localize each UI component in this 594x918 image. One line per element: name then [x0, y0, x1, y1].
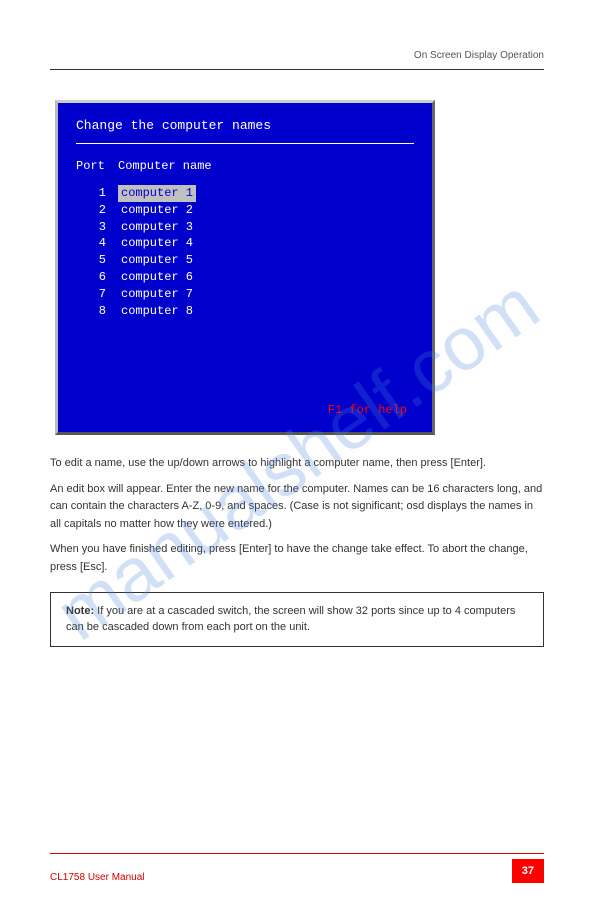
page-number: 37: [512, 859, 544, 883]
model-name: CL1758: [50, 872, 85, 883]
port-column-header: Port: [76, 159, 106, 173]
kvm-column-headers: Port Computer name: [76, 159, 414, 173]
kvm-row: 1 computer 1: [76, 185, 414, 202]
kvm-divider: [76, 143, 414, 144]
page-header: On Screen Display Operation: [50, 50, 544, 70]
paragraph: When you have finished editing, press [E…: [50, 541, 544, 576]
note-box: Note: If you are at a cascaded switch, t…: [50, 592, 544, 647]
port-number: 4: [76, 235, 106, 252]
kvm-row: 3 computer 3: [76, 219, 414, 236]
computer-name: computer 5: [118, 252, 196, 269]
kvm-row: 8 computer 8: [76, 303, 414, 320]
kvm-title: Change the computer names: [76, 118, 414, 133]
kvm-computer-list: 1 computer 1 2 computer 2 3 computer 3 4…: [76, 185, 414, 319]
kvm-row: 2 computer 2: [76, 202, 414, 219]
computer-name: computer 1: [118, 185, 196, 202]
name-column-header: Computer name: [118, 159, 212, 173]
kvm-row: 7 computer 7: [76, 286, 414, 303]
computer-name: computer 4: [118, 235, 196, 252]
manual-label: User Manual: [88, 872, 145, 883]
help-hint: F1 for help: [328, 403, 407, 417]
page-footer: CL1758 User Manual 37: [50, 853, 544, 883]
paragraph: An edit box will appear. Enter the new n…: [50, 481, 544, 534]
port-number: 8: [76, 303, 106, 320]
port-number: 7: [76, 286, 106, 303]
kvm-row: 4 computer 4: [76, 235, 414, 252]
note-label: Note:: [66, 605, 94, 617]
kvm-row: 5 computer 5: [76, 252, 414, 269]
computer-name: computer 2: [118, 202, 196, 219]
port-number: 2: [76, 202, 106, 219]
port-number: 1: [76, 185, 106, 202]
header-right: On Screen Display Operation: [414, 50, 544, 61]
kvm-screen: Change the computer names Port Computer …: [55, 100, 435, 435]
port-number: 6: [76, 269, 106, 286]
port-number: 5: [76, 252, 106, 269]
footer-text: CL1758 User Manual: [50, 872, 145, 883]
computer-name: computer 3: [118, 219, 196, 236]
body-text: To edit a name, use the up/down arrows t…: [50, 455, 544, 647]
computer-name: computer 6: [118, 269, 196, 286]
computer-name: computer 8: [118, 303, 196, 320]
note-text: If you are at a cascaded switch, the scr…: [66, 605, 515, 634]
paragraph: To edit a name, use the up/down arrows t…: [50, 455, 544, 473]
port-number: 3: [76, 219, 106, 236]
kvm-row: 6 computer 6: [76, 269, 414, 286]
computer-name: computer 7: [118, 286, 196, 303]
